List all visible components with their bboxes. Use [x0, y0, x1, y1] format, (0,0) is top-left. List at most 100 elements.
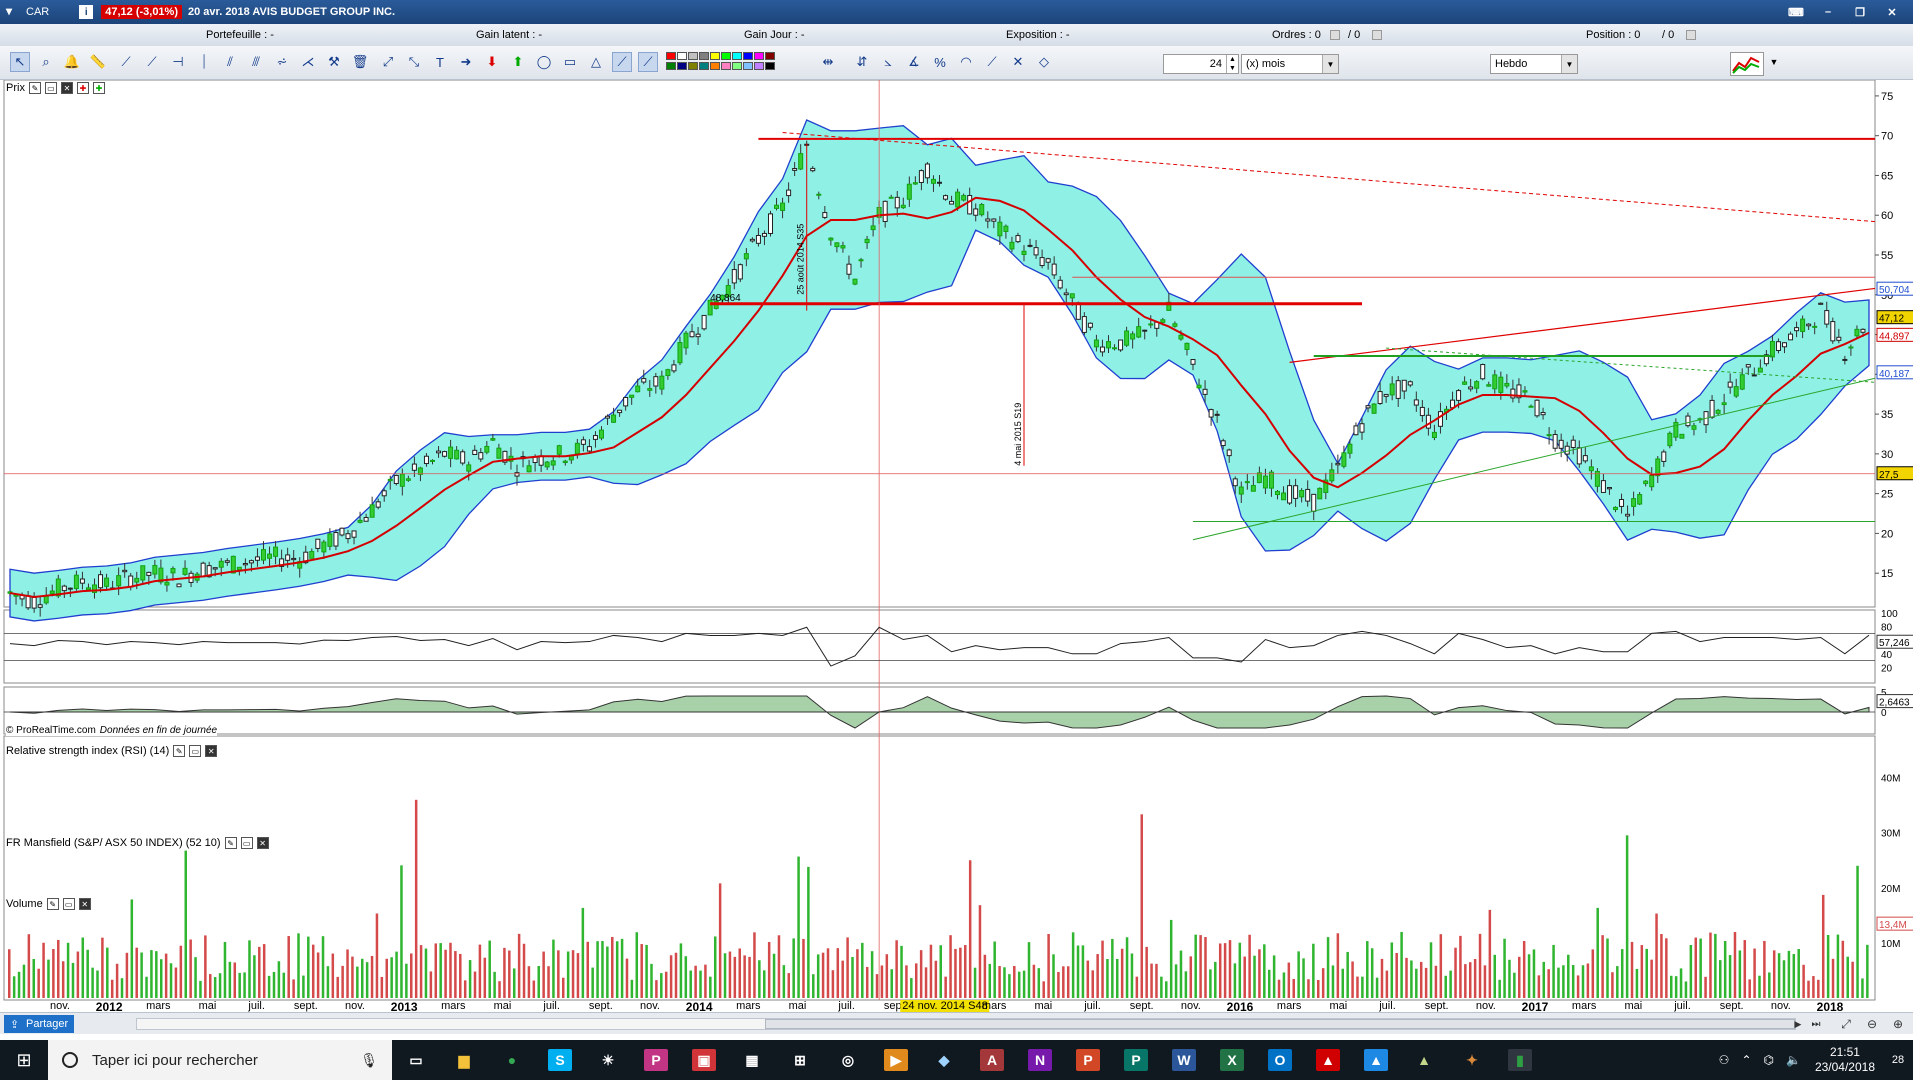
- skype-icon[interactable]: S: [536, 1040, 584, 1080]
- price-chart[interactable]: 7570656055504540353025201548,86425 août …: [0, 80, 1913, 1006]
- gann-icon[interactable]: ⦣: [878, 52, 898, 72]
- period-input[interactable]: 24 ▲ ▼: [1163, 54, 1239, 74]
- period-unit-select[interactable]: (x) mois ▼: [1241, 54, 1339, 74]
- position-box-icon[interactable]: [1686, 30, 1696, 40]
- position-label[interactable]: Position : 0: [1586, 29, 1640, 41]
- window-icon[interactable]: ▭: [240, 837, 253, 849]
- color-swatch[interactable]: [732, 52, 742, 60]
- network-icon[interactable]: ⌬: [1764, 1053, 1774, 1067]
- ordres-label[interactable]: Ordres : 0: [1272, 29, 1321, 41]
- picsart-icon[interactable]: P: [632, 1040, 680, 1080]
- weather-icon[interactable]: ☀: [584, 1040, 632, 1080]
- restore-button[interactable]: ❐: [1849, 6, 1871, 19]
- arrow-down-tool-icon[interactable]: ⬇: [482, 52, 502, 72]
- taskbar-search[interactable]: Taper ici pour rechercher 🎙: [48, 1040, 392, 1080]
- horizontal-scrollbar[interactable]: [136, 1018, 1796, 1030]
- arc-icon[interactable]: ◠: [956, 52, 976, 72]
- color-swatch[interactable]: [743, 52, 753, 60]
- chevron-up-icon[interactable]: ⌃: [1741, 1053, 1751, 1067]
- info-icon[interactable]: i: [79, 5, 94, 19]
- color-swatch[interactable]: [688, 52, 698, 60]
- window-icon[interactable]: ▭: [44, 82, 57, 94]
- ray-tool-icon[interactable]: ⟋: [142, 52, 162, 72]
- add-indicator-icon[interactable]: ✚: [76, 82, 89, 94]
- outlook-icon[interactable]: O: [1256, 1040, 1304, 1080]
- trash-tool-icon[interactable]: 🗑: [350, 52, 370, 72]
- close-icon[interactable]: ✕: [60, 82, 73, 94]
- chrome-icon[interactable]: ●: [488, 1040, 536, 1080]
- window-menu-icon[interactable]: ▾: [6, 4, 22, 20]
- add-icon[interactable]: ✚: [92, 82, 105, 94]
- color-swatch[interactable]: [710, 62, 720, 70]
- pattern-tool-icon[interactable]: ⩫: [272, 52, 292, 72]
- settings-icon[interactable]: ✎: [28, 82, 41, 94]
- ordres-box2-icon[interactable]: [1372, 30, 1382, 40]
- segment-tool-icon[interactable]: ⟋: [116, 52, 136, 72]
- cross-icon[interactable]: ✕: [1008, 52, 1028, 72]
- zoom-in-icon[interactable]: ⊕: [1892, 1017, 1904, 1031]
- explorer-icon[interactable]: ▆: [440, 1040, 488, 1080]
- settings-icon[interactable]: ✎: [173, 745, 186, 757]
- player-icon[interactable]: ▶: [872, 1040, 920, 1080]
- app-blue-icon[interactable]: ▲: [1352, 1040, 1400, 1080]
- taskview-icon[interactable]: ▭: [392, 1040, 440, 1080]
- access-icon[interactable]: A: [968, 1040, 1016, 1080]
- color-swatch[interactable]: [765, 52, 775, 60]
- volume-icon[interactable]: 🔈: [1786, 1053, 1801, 1067]
- settings-icon[interactable]: ✎: [224, 837, 237, 849]
- store-icon[interactable]: ⊞: [776, 1040, 824, 1080]
- microphone-icon[interactable]: 🎙: [360, 1052, 378, 1069]
- channel-tool-icon[interactable]: ⫽: [220, 52, 240, 72]
- color-swatch[interactable]: [721, 52, 731, 60]
- publisher-icon[interactable]: P: [1112, 1040, 1160, 1080]
- onenote-icon[interactable]: N: [1016, 1040, 1064, 1080]
- diamond-icon[interactable]: ◇: [1034, 52, 1054, 72]
- word-icon[interactable]: W: [1160, 1040, 1208, 1080]
- color-swatch[interactable]: [699, 52, 709, 60]
- alert-tool-icon[interactable]: 🔔: [62, 52, 82, 72]
- angle-icon[interactable]: ∡: [904, 52, 924, 72]
- color-swatch[interactable]: [666, 62, 676, 70]
- vline-tool-icon[interactable]: ⏐: [194, 52, 214, 72]
- notes-icon[interactable]: ◆: [920, 1040, 968, 1080]
- chart-type-icon[interactable]: [1730, 52, 1764, 76]
- prorealtime-icon[interactable]: ▮: [1496, 1040, 1544, 1080]
- zoom-out-icon[interactable]: ⊖: [1866, 1017, 1878, 1031]
- close-icon[interactable]: ✕: [205, 745, 218, 757]
- close-icon[interactable]: ✕: [78, 898, 91, 910]
- percent-icon[interactable]: %: [930, 52, 950, 72]
- hline-tool-icon[interactable]: ⊣: [168, 52, 188, 72]
- color-swatch[interactable]: [754, 52, 764, 60]
- ruler-tool-icon[interactable]: 📏: [88, 52, 108, 72]
- color-swatch[interactable]: [699, 62, 709, 70]
- color-swatch[interactable]: [743, 62, 753, 70]
- fib-retracement-icon[interactable]: ⇹: [818, 52, 838, 72]
- zoom-fit-icon[interactable]: ⤢: [1840, 1017, 1852, 1031]
- chart-area[interactable]: 7570656055504540353025201548,86425 août …: [0, 80, 1913, 1006]
- color-swatch[interactable]: [732, 62, 742, 70]
- rabbit-icon[interactable]: ✦: [1448, 1040, 1496, 1080]
- video-icon[interactable]: ▣: [680, 1040, 728, 1080]
- scrollbar-thumb[interactable]: [765, 1019, 1795, 1029]
- fib-tool-icon[interactable]: ⤢: [378, 52, 398, 72]
- parallel-tool-icon[interactable]: ⫻: [246, 52, 266, 72]
- interval-select[interactable]: Hebdo ▼: [1490, 54, 1578, 74]
- color-swatch[interactable]: [688, 62, 698, 70]
- acrobat-icon[interactable]: ▲: [1304, 1040, 1352, 1080]
- period-stepper[interactable]: ▲ ▼: [1226, 55, 1238, 73]
- triangle-tool-icon[interactable]: △: [586, 52, 606, 72]
- color-swatch[interactable]: [677, 52, 687, 60]
- arrow-up-tool-icon[interactable]: ⬆: [508, 52, 528, 72]
- speed-line-icon[interactable]: ⟋: [982, 52, 1002, 72]
- window-icon[interactable]: ▭: [62, 898, 75, 910]
- calculator-icon[interactable]: ▦: [728, 1040, 776, 1080]
- color-swatch[interactable]: [666, 52, 676, 60]
- vertical-fib-icon[interactable]: ⇵: [852, 52, 872, 72]
- minimize-button[interactable]: –: [1817, 6, 1839, 19]
- zoom-tool-icon[interactable]: ⌕: [36, 52, 56, 72]
- close-button[interactable]: ✕: [1881, 6, 1903, 19]
- ellipse-tool-icon[interactable]: ◯: [534, 52, 554, 72]
- ordres-box-icon[interactable]: [1330, 30, 1340, 40]
- color-swatch[interactable]: [765, 62, 775, 70]
- clock[interactable]: 21:51 23/04/2018: [1815, 1045, 1875, 1075]
